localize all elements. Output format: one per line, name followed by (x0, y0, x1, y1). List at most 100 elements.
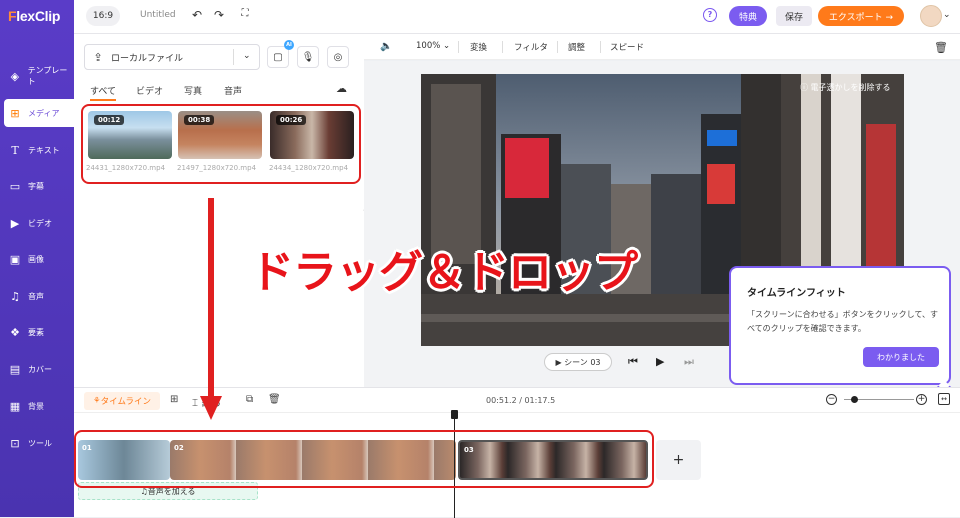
divider (600, 41, 601, 53)
filter-button[interactable]: フィルタ (514, 41, 548, 53)
chevron-down-icon[interactable]: ⌄ (243, 51, 251, 61)
timeline-label: タイムライン (100, 397, 152, 407)
trash-icon[interactable]: 🗑 (934, 41, 948, 54)
sidebar-item-label: 字幕 (28, 181, 44, 191)
document-title[interactable]: Untitled (140, 10, 176, 20)
previous-icon[interactable]: ⏮ (628, 355, 638, 369)
help-icon[interactable]: ? (703, 8, 717, 22)
adjust-button[interactable]: 調整 (568, 41, 585, 53)
sidebar-item-templates[interactable]: ◈ テンプレート (0, 62, 74, 90)
tooltip-body: 「スクリーンに合わせる」ボタンをクリックして、すべてのクリップを確認できます。 (747, 310, 938, 333)
screen-record-icon: ◎ (333, 51, 343, 63)
sidebar-item-audio[interactable]: ♫ 音声 (0, 282, 74, 310)
media-icon: ⊞ (10, 106, 20, 120)
sidebar-item-cover[interactable]: ▤ カバー (0, 355, 74, 383)
sidebar-item-text[interactable]: T テキスト (0, 136, 74, 164)
sidebar-item-label: 背景 (28, 401, 44, 411)
tools-icon: ⊡ (10, 436, 20, 450)
zoom-select[interactable]: 100% ⌄ (416, 41, 450, 51)
remove-watermark-link[interactable]: ⓘ 電子透かしを削除する (800, 82, 891, 93)
record-screen-button[interactable]: ◎ (327, 46, 349, 68)
background-icon: ▦ (9, 399, 21, 413)
sidebar-item-media[interactable]: ⊞ メディア (4, 99, 74, 127)
layers-icon: ◈ (10, 69, 20, 83)
duplicate-icon[interactable]: ⧉ (246, 394, 253, 405)
logo: FlexClip (8, 8, 61, 24)
divider (458, 41, 459, 53)
elements-icon: ❖ (10, 325, 20, 339)
got-it-button[interactable]: わかりました (863, 347, 939, 367)
sidebar-item-label: ビデオ (28, 218, 52, 228)
add-scene-button[interactable]: + (656, 440, 701, 480)
tab-photo[interactable]: 写真 (184, 84, 202, 97)
sidebar-item-label: メディア (28, 108, 60, 118)
text-icon: T (11, 143, 19, 157)
zoom-slider-handle[interactable] (851, 396, 858, 403)
microphone-icon: 🎙 (301, 51, 315, 63)
tooltip-title: タイムラインフィット (747, 288, 846, 299)
timeline-icon: ⚘ (92, 396, 101, 406)
aspect-ratio-button[interactable]: 16:9 (86, 6, 120, 26)
sidebar-item-label: 要素 (28, 327, 44, 337)
chevron-down-icon: ⌄ (440, 41, 451, 51)
divider (502, 41, 503, 53)
sidebar-item-label: カバー (28, 364, 52, 374)
cover-icon: ▤ (9, 362, 21, 376)
timeline-toggle-button[interactable]: ⚘ タイムライン (84, 392, 160, 410)
sidebar-item-background[interactable]: ▦ 背景 (0, 392, 74, 420)
sidebar: FlexClip ◈ テンプレート ⊞ メディア T テキスト ▭ 字幕 ▶ ビデオ ▣ 画… (0, 0, 74, 517)
drag-arrow-icon (200, 198, 222, 420)
cloud-off-icon[interactable]: ☁ (336, 82, 347, 95)
next-icon[interactable]: ⏭ (684, 355, 694, 369)
zoom-value: 100% (416, 41, 441, 51)
special-offer-button[interactable]: 特典 (729, 6, 767, 26)
volume-icon[interactable]: 🔈 (380, 41, 392, 52)
scene-selector[interactable]: ▶ シーン 03 (544, 353, 612, 371)
fit-to-screen-icon[interactable]: ↔ (938, 393, 950, 405)
trash-icon[interactable]: 🗑 (268, 394, 281, 405)
local-file-label: ローカルファイル (111, 53, 184, 64)
tab-all[interactable]: すべて (90, 84, 117, 101)
sidebar-item-label: 画像 (28, 254, 44, 264)
transform-button[interactable]: 変換 (470, 41, 487, 53)
ai-badge: AI (284, 40, 294, 50)
zoom-out-icon[interactable]: − (826, 394, 837, 405)
sidebar-item-label: テキスト (28, 145, 60, 155)
divider (557, 41, 558, 53)
chevron-down-icon[interactable]: ⌄ (943, 10, 951, 20)
export-button[interactable]: エクスポート → (818, 6, 904, 26)
sidebar-item-label: テンプレート (27, 66, 68, 86)
image-icon: ▣ (9, 252, 21, 266)
speed-button[interactable]: スピード (610, 41, 644, 53)
redo-icon[interactable]: ↷ (212, 8, 226, 24)
sidebar-item-label: 音声 (28, 291, 44, 301)
timeline-highlight-box (74, 430, 654, 488)
record-audio-button[interactable]: 🎙 (297, 46, 319, 68)
sidebar-item-image[interactable]: ▣ 画像 (0, 245, 74, 273)
music-icon: ♫ (10, 289, 20, 303)
add-icon[interactable]: ⊞ (170, 394, 178, 405)
avatar[interactable] (920, 5, 942, 27)
chat-icon: ▢ (273, 51, 283, 63)
sidebar-item-elements[interactable]: ❖ 要素 (0, 318, 74, 346)
sidebar-item-tools[interactable]: ⊡ ツール (0, 429, 74, 457)
edit-toolbar: 🔈 100% ⌄ 変換 フィルタ 調整 スピード 🗑 (364, 34, 960, 60)
zoom-in-icon[interactable]: + (916, 394, 927, 405)
tab-video[interactable]: ビデオ (136, 84, 163, 97)
media-highlight-box (81, 104, 361, 184)
video-icon: ▶ (10, 216, 20, 230)
fullscreen-icon[interactable]: ⛶ (238, 8, 252, 24)
sidebar-item-video[interactable]: ▶ ビデオ (0, 209, 74, 237)
sidebar-item-subtitle[interactable]: ▭ 字幕 (0, 172, 74, 200)
save-button[interactable]: 保存 (776, 6, 812, 26)
sidebar-item-label: ツール (28, 438, 52, 448)
topbar: 16:9 Untitled ↶ ↷ ⛶ ? 特典 保存 エクスポート → ⌄ (74, 0, 960, 34)
divider (233, 49, 234, 65)
local-file-button[interactable]: ⇪ ローカルファイル ⌄ (84, 44, 260, 70)
timeline-fit-tooltip: タイムラインフィット 「スクリーンに合わせる」ボタンをクリックして、すべてのクリ… (729, 266, 951, 385)
timecode: 00:51.2 / 01:17.5 (486, 396, 556, 405)
undo-icon[interactable]: ↶ (190, 8, 204, 24)
upload-icon: ⇪ (93, 50, 103, 64)
tab-audio[interactable]: 音声 (224, 84, 242, 97)
play-icon[interactable]: ▶ (656, 355, 664, 368)
